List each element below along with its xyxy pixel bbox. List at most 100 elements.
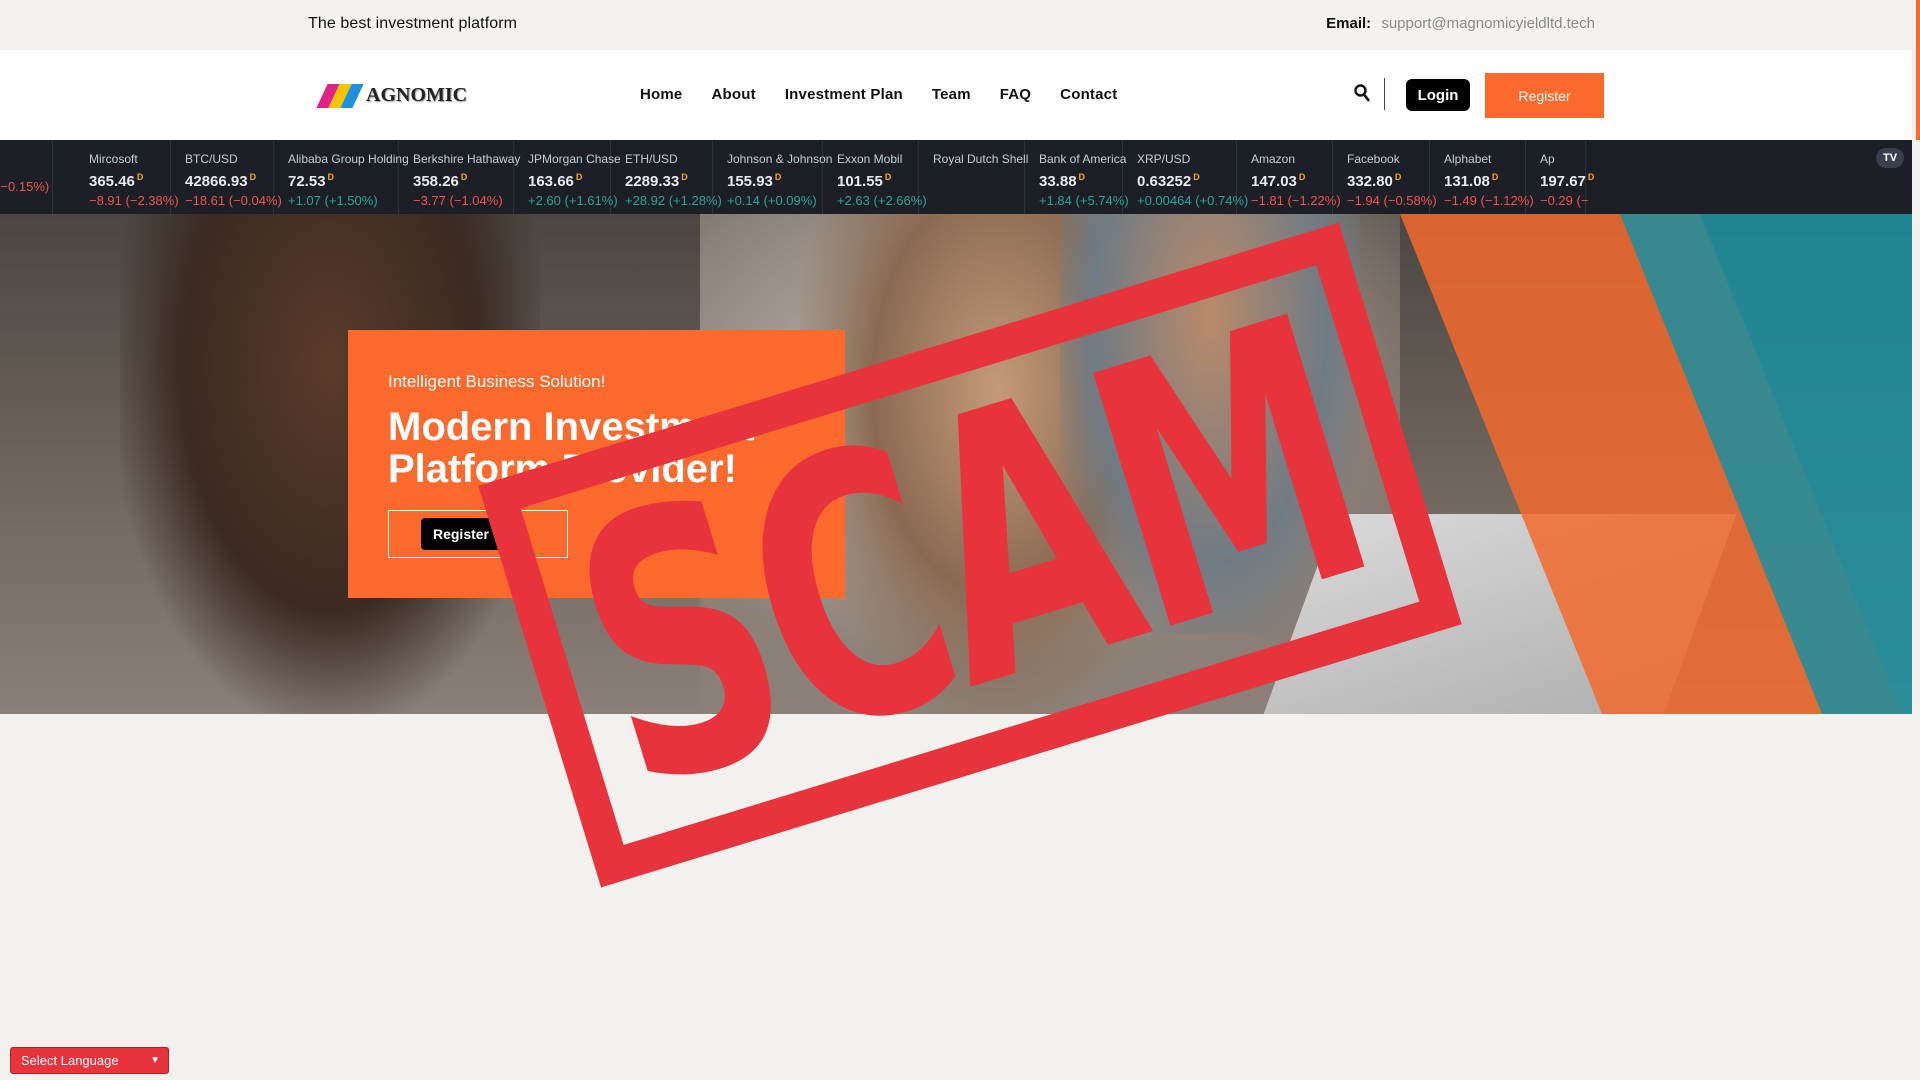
ticker-symbol-name: Amazon bbox=[1251, 152, 1296, 166]
ticker-price-value: 131.08 bbox=[1444, 173, 1490, 190]
ticker-item[interactable]: ETH/USD 2289.33 D +28.92 (+1.28%) bbox=[611, 140, 722, 214]
ticker-price: 131.08 D bbox=[1444, 172, 1525, 190]
ticker-symbol-name: Berkshire Hathaway bbox=[413, 152, 521, 166]
ticker-symbol-name: Ap bbox=[1540, 152, 1555, 166]
ticker-change-value: +0.14 bbox=[727, 193, 760, 208]
ticker-change-value: +2.60 bbox=[528, 193, 561, 208]
ticker-change-percent: (+0.09%) bbox=[763, 193, 817, 208]
ticker-change-value: +0.00464 bbox=[1137, 193, 1192, 208]
language-select-label: Select Language bbox=[21, 1053, 119, 1068]
ticker-item[interactable]: Johnson & Johnson 155.93 D +0.14 (+0.09%) bbox=[713, 140, 833, 214]
ticker-change: −1.94 (−0.58%) bbox=[1347, 193, 1437, 208]
ticker-item[interactable]: Ap 197.67 D −0.29 (− bbox=[1526, 140, 1594, 214]
ticker-symbol-name: Alibaba Group Holding bbox=[288, 152, 409, 166]
ticker-price: 72.53 D bbox=[288, 172, 398, 190]
ticker-change: +28.92 (+1.28%) bbox=[625, 193, 722, 208]
delayed-indicator: D bbox=[681, 172, 688, 182]
ticker-price: 197.67 D bbox=[1540, 172, 1594, 190]
scrollbar-thumb[interactable] bbox=[1916, 0, 1920, 140]
email-label: Email: bbox=[1326, 15, 1372, 32]
stock-ticker-tape: Ap 197.67 D −0.29 (− Alphabet 131.08 D −1.49 (−… bbox=[0, 140, 1912, 214]
ticker-item[interactable]: Royal Dutch Shell bbox=[919, 140, 1028, 214]
ticker-price: 101.55 D bbox=[837, 172, 918, 190]
ticker-change: +0.00464 (+0.74%) bbox=[1137, 193, 1248, 208]
search-icon[interactable] bbox=[1354, 84, 1370, 102]
delayed-indicator: D bbox=[249, 172, 257, 182]
ticker-item[interactable]: BTC/USD 42866.93 D −18.61 (−0.04%) bbox=[171, 140, 282, 214]
main-navbar: AGNOMIC Home About Investment Plan Team … bbox=[0, 50, 1912, 140]
ticker-change-percent: (−1.04%) bbox=[449, 193, 503, 208]
ticker-change-percent: (+2.66%) bbox=[873, 193, 927, 208]
delayed-indicator: D bbox=[327, 172, 335, 182]
ticker-price-value: 33.88 bbox=[1039, 173, 1077, 190]
nav-faq[interactable]: FAQ bbox=[1000, 86, 1031, 103]
ticker-item[interactable]: Mircosoft 365.46 D −8.91 (−2.38%) bbox=[75, 140, 179, 214]
ticker-price: 358.26 D bbox=[413, 172, 513, 190]
delayed-indicator: D bbox=[884, 172, 892, 182]
ticker-price-value: 365.46 bbox=[89, 173, 135, 190]
ticker-price: 2289.33 D bbox=[625, 172, 712, 190]
ticker-item[interactable]: Alibaba Group Holding 72.53 D +1.07 (+1.50%… bbox=[274, 140, 409, 214]
ticker-price-value: 197.67 bbox=[1540, 173, 1586, 190]
ticker-change: −0.29 (− bbox=[1540, 193, 1588, 208]
login-button[interactable]: Login bbox=[1406, 79, 1470, 111]
ticker-price-value: 72.53 bbox=[288, 173, 326, 190]
scrollbar[interactable] bbox=[1912, 0, 1920, 1080]
ticker-price-value: 2289.33 bbox=[625, 173, 680, 190]
ticker-item[interactable]: Alphabet 131.08 D −1.49 (−1.12%) bbox=[1430, 140, 1534, 214]
ticker-change-value: +28.92 bbox=[625, 193, 666, 208]
top-info-bar: The best investment platform Email: supp… bbox=[0, 0, 1912, 50]
ticker-price-value: 0.63252 bbox=[1137, 173, 1192, 190]
ticker-symbol-name: Johnson & Johnson bbox=[727, 152, 833, 166]
email-link[interactable]: support@magnomicyieldltd.tech bbox=[1381, 15, 1595, 32]
logo-icon bbox=[316, 82, 364, 108]
ticker-change: +0.14 (+0.09%) bbox=[727, 193, 822, 208]
ticker-item[interactable]: XRP/USD 0.63252 D +0.00464 (+0.74%) bbox=[1123, 140, 1248, 214]
ticker-price: 147.03 D bbox=[1251, 172, 1332, 190]
nav-contact[interactable]: Contact bbox=[1060, 86, 1117, 103]
tradingview-icon[interactable]: TV bbox=[1876, 148, 1904, 168]
ticker-change: 67 (−0.15%) bbox=[0, 179, 52, 194]
ticker-change-percent: (−0.04%) bbox=[228, 193, 282, 208]
ticker-symbol-name: Bank of America bbox=[1039, 152, 1127, 166]
register-button[interactable]: Register bbox=[1485, 73, 1604, 118]
ticker-item[interactable]: Berkshire Hathaway 358.26 D −3.77 (−1.04%) bbox=[399, 140, 521, 214]
ticker-item[interactable]: Bank of America 33.88 D +1.84 (+5.74%) bbox=[1025, 140, 1129, 214]
ticker-change: +2.60 (+1.61%) bbox=[528, 193, 618, 208]
ticker-item[interactable]: Facebook 332.80 D −1.94 (−0.58%) bbox=[1333, 140, 1437, 214]
delayed-indicator: D bbox=[1078, 172, 1086, 182]
hero-subtitle: Intelligent Business Solution! bbox=[388, 372, 606, 391]
ticker-price-value: 42866.93 bbox=[185, 173, 248, 190]
nav-about[interactable]: About bbox=[711, 86, 755, 103]
delayed-indicator: D bbox=[460, 172, 468, 182]
nav-team[interactable]: Team bbox=[932, 86, 971, 103]
ticker-price-value: 101.55 bbox=[837, 173, 883, 190]
language-select[interactable]: Select Language ▼ bbox=[10, 1047, 169, 1074]
ticker-item[interactable]: D 67 (−0.15%) bbox=[0, 140, 53, 214]
ticker-symbol-name: Mircosoft bbox=[89, 152, 138, 166]
ticker-symbol-name: JPMorgan Chase bbox=[528, 152, 621, 166]
chevron-down-icon: ▼ bbox=[150, 1055, 160, 1066]
tagline: The best investment platform bbox=[308, 15, 518, 32]
delayed-indicator: D bbox=[774, 172, 782, 182]
ticker-change-value: +1.84 bbox=[1039, 193, 1072, 208]
ticker-change-value: −8.91 bbox=[89, 193, 122, 208]
ticker-change-percent: (+5.74%) bbox=[1075, 193, 1129, 208]
ticker-price: 0.63252 D bbox=[1137, 172, 1236, 190]
ticker-change-percent: (+1.28%) bbox=[668, 193, 722, 208]
ticker-change-percent: (+1.50%) bbox=[324, 193, 378, 208]
ticker-change-percent: (−0.15%) bbox=[0, 179, 50, 194]
support-email: Email: support@magnomicyieldltd.tech bbox=[1326, 15, 1595, 32]
site-logo[interactable]: AGNOMIC bbox=[316, 82, 467, 108]
ticker-change-value: +2.63 bbox=[837, 193, 870, 208]
ticker-change: −3.77 (−1.04%) bbox=[413, 193, 513, 208]
nav-investment-plan[interactable]: Investment Plan bbox=[785, 86, 903, 103]
ticker-item[interactable]: JPMorgan Chase 163.66 D +2.60 (+1.61%) bbox=[514, 140, 621, 214]
delayed-indicator: D bbox=[1587, 172, 1595, 182]
ticker-change-value: −0.29 bbox=[1540, 193, 1573, 208]
nav-home[interactable]: Home bbox=[640, 86, 682, 103]
ticker-symbol-name: BTC/USD bbox=[185, 152, 238, 166]
ticker-change: +2.63 (+2.66%) bbox=[837, 193, 927, 208]
ticker-item[interactable]: Exxon Mobil 101.55 D +2.63 (+2.66%) bbox=[823, 140, 927, 214]
ticker-price-value: 163.66 bbox=[528, 173, 574, 190]
